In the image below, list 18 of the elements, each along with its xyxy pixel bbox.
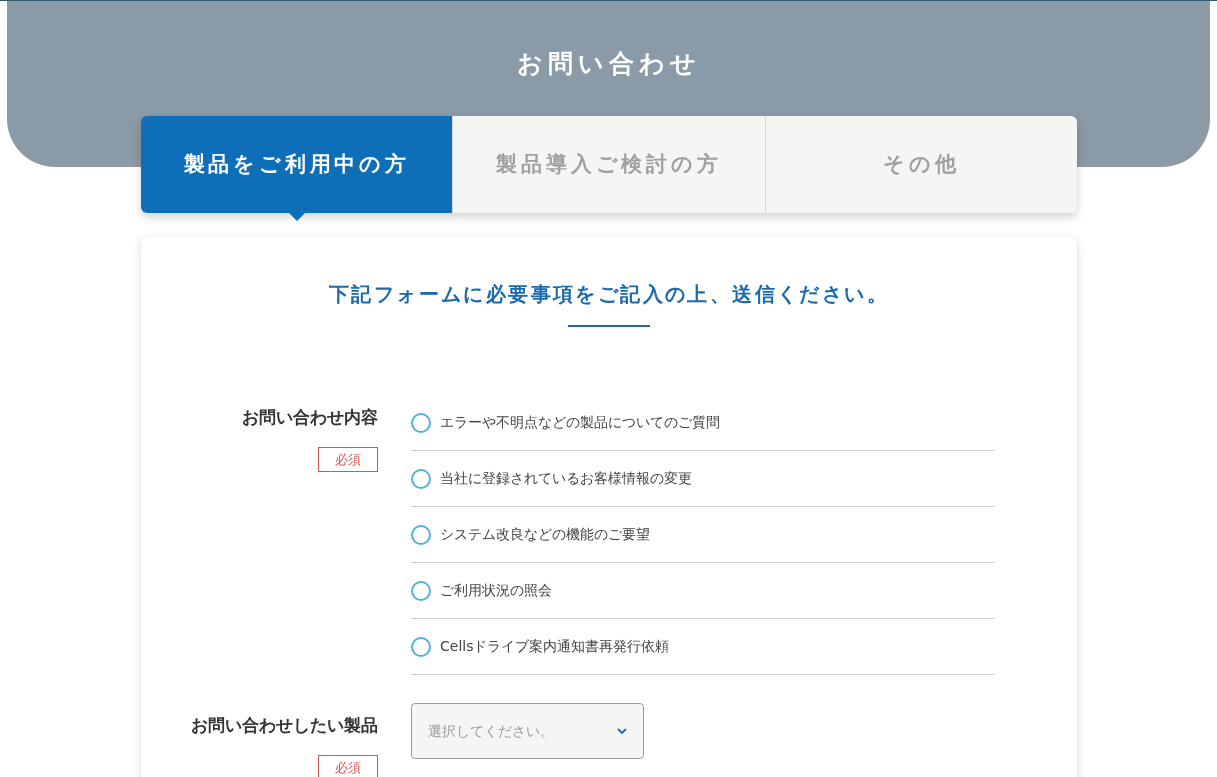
radio-option[interactable]: Cellsドライブ案内通知書再発行依頼	[411, 619, 994, 675]
field-label: お問い合わせしたい製品	[191, 714, 378, 737]
radio-option[interactable]: ご利用状況の照会	[411, 563, 994, 619]
chevron-down-icon	[617, 728, 627, 734]
radio-button[interactable]	[411, 468, 431, 489]
tab-pointer-icon	[288, 213, 305, 221]
required-badge: 必須	[318, 446, 378, 472]
radio-option[interactable]: エラーや不明点などの製品についてのご質問	[411, 395, 994, 451]
radio-button[interactable]	[411, 524, 431, 545]
required-badge: 必須	[318, 754, 378, 777]
radio-option[interactable]: 当社に登録されているお客様情報の変更	[411, 451, 994, 507]
radio-button[interactable]	[411, 580, 431, 601]
radio-button[interactable]	[411, 636, 431, 657]
form-heading: 下記フォームに必要事項をご記入の上、送信ください。	[329, 281, 889, 308]
field-label: お問い合わせ内容	[242, 406, 378, 429]
page-title: お問い合わせ	[516, 48, 701, 80]
radio-button[interactable]	[411, 412, 431, 433]
radio-option[interactable]: システム改良などの機能のご要望	[411, 507, 994, 563]
